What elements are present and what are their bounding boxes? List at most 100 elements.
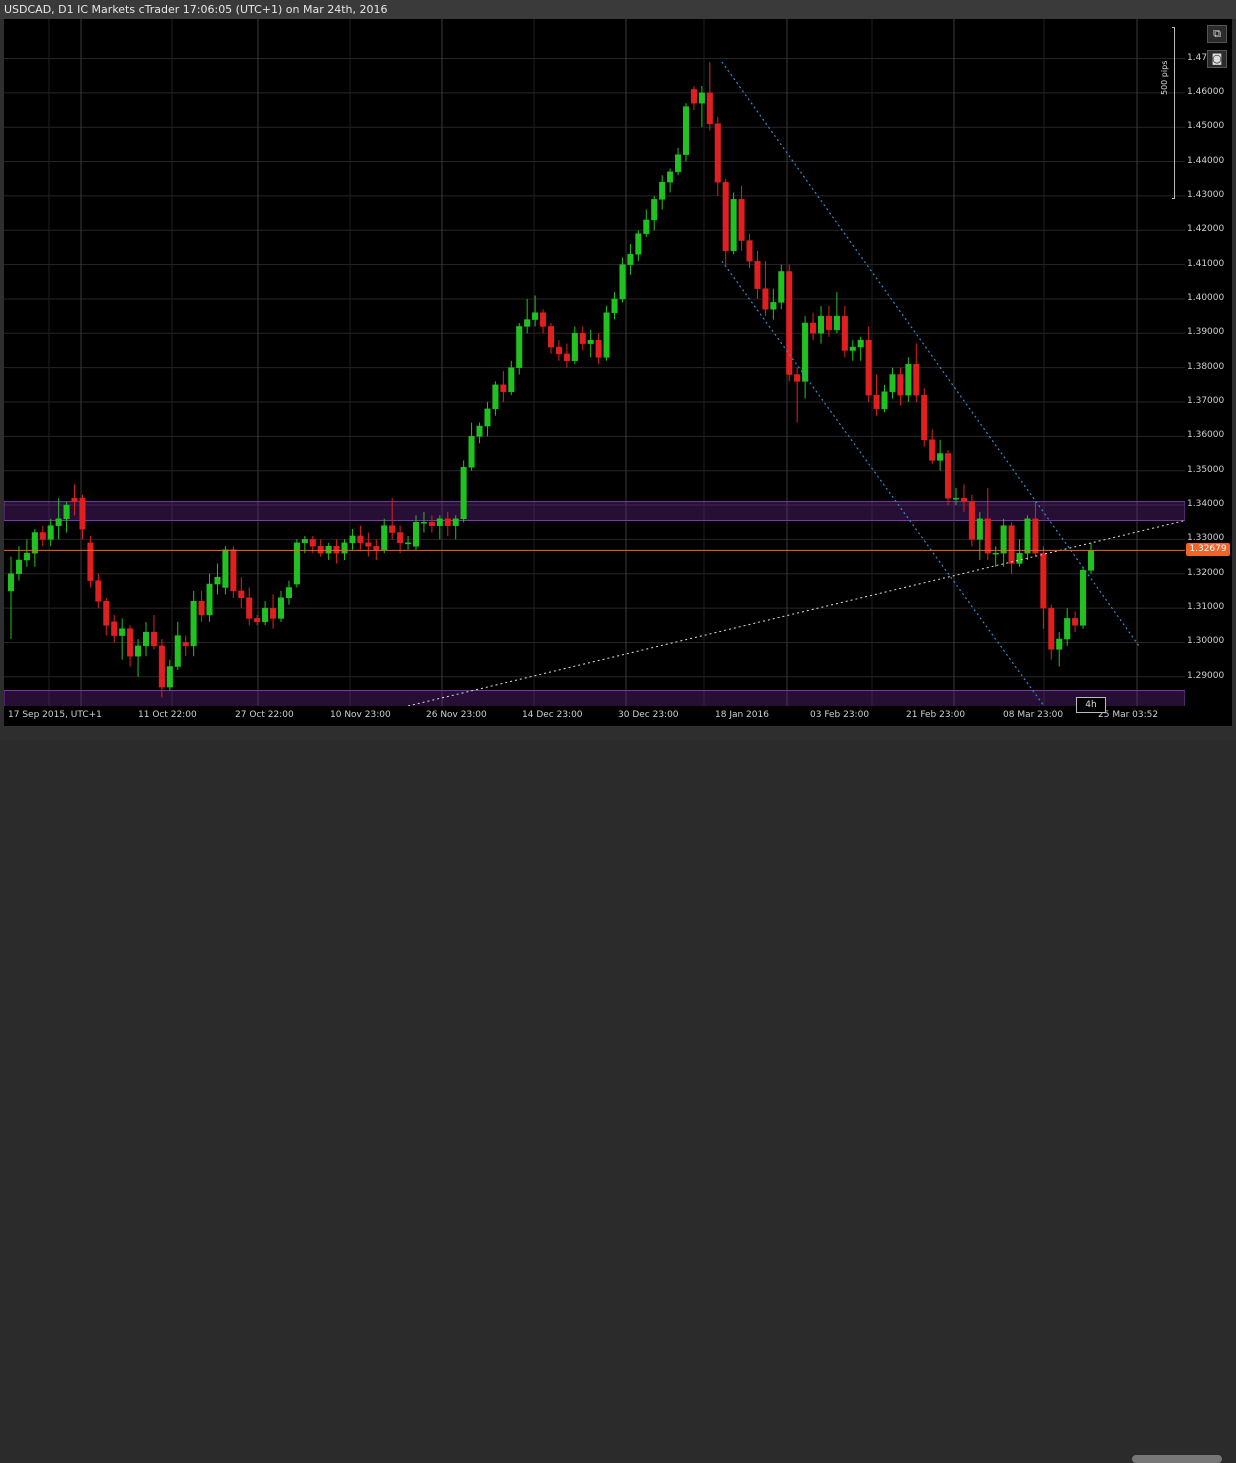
candle-body	[103, 600, 110, 626]
candle-body	[436, 518, 443, 526]
candle-body	[119, 628, 126, 636]
candle-body	[1056, 638, 1063, 650]
time-tick-label: 14 Dec 23:00	[522, 710, 583, 720]
candle-body	[627, 254, 634, 265]
candle-body	[802, 322, 809, 382]
candle-body	[619, 264, 626, 300]
candle-body	[214, 576, 221, 585]
horizontal-scrollbar[interactable]	[0, 726, 1236, 1463]
candle-body	[833, 315, 840, 331]
candle-body	[111, 621, 118, 636]
resistance-zone	[4, 501, 1185, 522]
candle-body	[762, 288, 769, 310]
support-zone	[4, 690, 1185, 706]
candle-body	[611, 298, 618, 313]
candle-body	[7, 573, 15, 592]
candle-body	[746, 240, 753, 262]
candle-body	[1072, 618, 1079, 626]
candle-body	[39, 532, 46, 540]
candle-body	[381, 525, 388, 550]
price-tick-label: 1.44000	[1187, 155, 1225, 166]
candle-body	[643, 219, 650, 234]
candle-body	[206, 583, 213, 616]
candle-body	[182, 642, 189, 647]
channel-lower-line	[721, 260, 1045, 706]
candle-body	[262, 607, 269, 623]
timeframe-badge[interactable]: 4h	[1076, 697, 1106, 713]
candle-body	[246, 597, 253, 619]
price-tick-label: 1.35000	[1187, 464, 1225, 475]
time-tick-label: 21 Feb 23:00	[906, 710, 966, 720]
candle-body	[516, 326, 523, 368]
candle-body	[357, 535, 364, 544]
time-tick-label: 11 Oct 22:00	[138, 710, 197, 720]
price-tick-label: 1.41000	[1187, 258, 1225, 269]
scrollbar-thumb[interactable]	[1132, 1455, 1222, 1463]
candle-body	[841, 315, 848, 351]
candle-body	[952, 497, 960, 500]
candle-body	[1016, 552, 1023, 564]
price-tick-label: 1.42000	[1187, 224, 1225, 235]
candle-body	[158, 645, 165, 688]
candle-body	[778, 271, 785, 303]
candle-body	[1024, 518, 1031, 554]
candle-body	[1087, 550, 1095, 571]
candle-body	[595, 339, 602, 358]
chart-window: USDCAD, D1 IC Markets cTrader 17:06:05 (…	[0, 0, 1236, 1463]
price-tick-label: 1.31000	[1187, 602, 1225, 613]
candle-body	[166, 666, 173, 688]
chart-plot-area[interactable]	[4, 19, 1185, 706]
candle-body	[301, 539, 308, 544]
time-tick-label: 08 Mar 23:00	[1003, 710, 1064, 720]
candle-body	[976, 518, 983, 540]
candle-body	[47, 525, 54, 540]
trend-line	[407, 520, 1185, 706]
pips-measure-label: 500 pips	[1160, 60, 1169, 95]
time-axis[interactable]: 17 Sep 2015, UTC+1 11 Oct 22:00 27 Oct 22:…	[4, 706, 1232, 726]
candle-body	[937, 453, 944, 461]
candle-body	[484, 408, 491, 427]
price-tick-label: 1.30000	[1187, 636, 1225, 647]
candle-body	[659, 181, 666, 200]
candle-body	[706, 92, 713, 125]
candle-body	[508, 367, 515, 392]
candle-body	[897, 374, 904, 396]
time-tick-label: 30 Dec 23:00	[618, 710, 679, 720]
price-tick-label: 1.34000	[1187, 499, 1225, 510]
price-axis[interactable]: 1.47000 1.46000 1.45000 1.44000 1.43000 1.420…	[1185, 19, 1232, 706]
price-tick-label: 1.32000	[1187, 567, 1225, 578]
window-title: USDCAD, D1 IC Markets cTrader 17:06:05 (…	[0, 0, 1236, 19]
detach-icon[interactable]: ⧉	[1207, 25, 1227, 43]
candle-body	[945, 453, 952, 499]
candle-body	[285, 587, 292, 599]
time-tick-label: 17 Sep 2015, UTC+1	[8, 710, 102, 720]
candle-body	[579, 333, 586, 344]
candle-body	[587, 339, 594, 344]
candle-body	[460, 467, 467, 520]
candle-body	[905, 363, 912, 396]
candle-body	[690, 89, 697, 104]
candle-body	[1040, 552, 1047, 609]
candlestick-chart[interactable]	[4, 19, 1185, 706]
candle-body	[277, 597, 285, 619]
candle-body	[889, 374, 896, 392]
candle-body	[968, 501, 975, 540]
candle-body	[412, 521, 420, 547]
channel-upper-line	[721, 61, 1140, 647]
candle-body	[444, 518, 451, 526]
price-tick-label: 1.36000	[1187, 430, 1225, 441]
candle-body	[492, 384, 499, 410]
candle-body	[79, 497, 86, 530]
candle-body	[770, 302, 777, 310]
candle-body	[881, 391, 888, 410]
candle-body	[365, 542, 372, 547]
pips-measure-bracket	[1172, 27, 1175, 199]
candle-body	[87, 542, 94, 581]
candle-body	[1080, 570, 1087, 626]
time-tick-label: 10 Nov 23:00	[330, 710, 391, 720]
price-tick-label: 1.40000	[1187, 292, 1225, 303]
candle-body	[651, 199, 658, 221]
camera-icon[interactable]: ◙	[1207, 50, 1227, 68]
candle-body	[63, 504, 70, 520]
candle-body	[452, 518, 459, 526]
